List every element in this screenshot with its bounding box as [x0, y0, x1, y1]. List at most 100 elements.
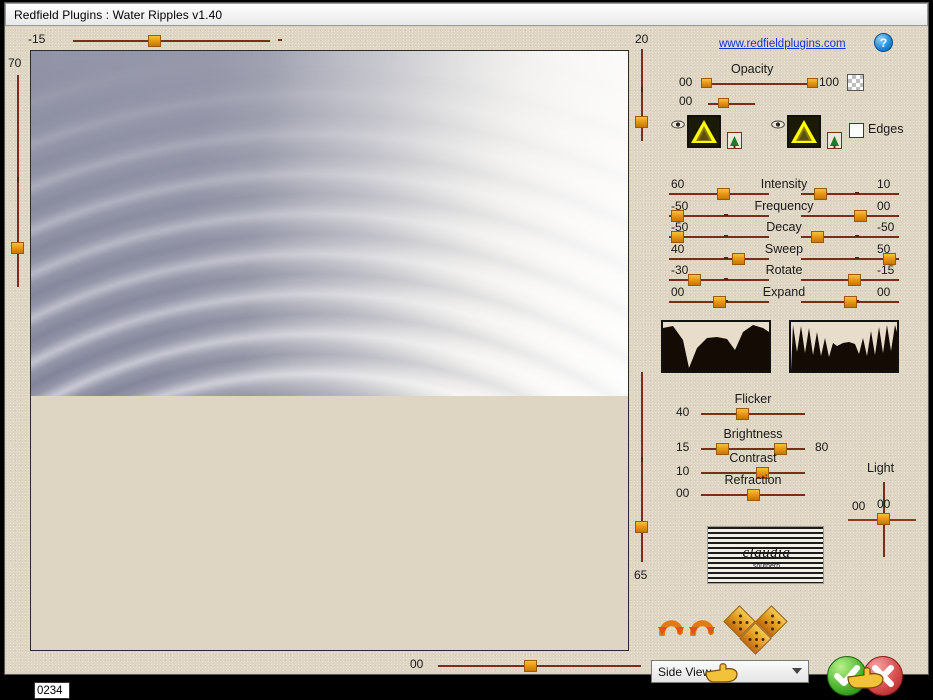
decay-right-tick: [855, 235, 859, 237]
intensity-right-tick: [855, 192, 859, 194]
redo-arrow-icon[interactable]: [688, 612, 716, 636]
light-xy-thumb[interactable]: [877, 513, 890, 525]
close-icon: [872, 665, 894, 687]
logo-word: claudia: [742, 545, 791, 561]
right-bottom-slider-track[interactable]: [641, 372, 643, 562]
light-y-value: 00: [877, 497, 891, 511]
right-bottom-slider-thumb[interactable]: [635, 521, 648, 533]
gradient-triangle-icon: [689, 117, 719, 146]
eye-icon-2[interactable]: [771, 120, 785, 129]
preview-canvas[interactable]: [30, 50, 629, 651]
contrast-value: 10: [676, 464, 690, 478]
top-slider-track[interactable]: [73, 40, 270, 42]
left-slider-thumb[interactable]: [11, 242, 24, 254]
preview-image[interactable]: [31, 51, 628, 396]
frequency-right-track[interactable]: [801, 214, 899, 217]
opacity-left-thumb[interactable]: [701, 78, 712, 88]
left-slider-value: 70: [8, 56, 22, 70]
pan-dots-bottom: [745, 628, 766, 649]
decay-left-tick: [724, 235, 728, 237]
frequency-left-tick: [724, 213, 728, 216]
expand-right-value: 00: [877, 284, 891, 299]
status-field[interactable]: 0234: [34, 682, 70, 699]
claudia-logo: claudia southern: [707, 526, 824, 584]
frequency-right-value: 00: [877, 198, 891, 213]
preview-highlight: [31, 51, 628, 396]
tree-icon-2: [830, 136, 839, 148]
decay-label: Decay: [766, 220, 802, 234]
gradient-swatch-right[interactable]: [787, 115, 821, 148]
preview-empty-area: [31, 396, 628, 650]
checkerboard-toggle-button[interactable]: [847, 74, 864, 91]
opacity-right-value: 100: [819, 75, 840, 89]
tree-icon: [730, 136, 739, 148]
opacity-right-thumb[interactable]: [807, 78, 818, 88]
bottom-slider-thumb[interactable]: [524, 660, 537, 672]
refraction-thumb[interactable]: [747, 489, 760, 501]
waveform-smooth-graph: [663, 322, 769, 371]
expand-right-thumb[interactable]: [844, 295, 857, 308]
logo-subtext: southern: [752, 563, 781, 570]
sweep-left-tick: [724, 256, 728, 259]
top-slider-value: -15: [28, 32, 46, 46]
tree-button-right[interactable]: [827, 132, 842, 149]
decay-left-track[interactable]: [669, 236, 769, 238]
right-top-slider-thumb[interactable]: [635, 116, 648, 128]
undo-arrow-icon[interactable]: [657, 612, 685, 636]
waveform-preview-spiky[interactable]: [789, 320, 899, 373]
bottom-slider-value: 00: [410, 657, 424, 671]
opacity-second-value: 00: [679, 94, 693, 108]
help-icon[interactable]: ?: [874, 33, 893, 52]
main-panel: -15 70 20 65 00 0234 www.redfieldplugins…: [6, 27, 927, 699]
gradient-swatch-left[interactable]: [687, 115, 721, 148]
refraction-value: 00: [676, 486, 690, 500]
status-value: 0234: [37, 684, 63, 697]
sweep-left-track[interactable]: [669, 257, 769, 260]
help-glyph: ?: [879, 35, 888, 50]
sweep-right-tick: [855, 256, 859, 259]
pan-diamond-bottom[interactable]: [739, 622, 772, 655]
opacity-track[interactable]: [705, 83, 813, 85]
light-label: Light: [867, 461, 895, 475]
brightness-right-value: 80: [815, 440, 829, 454]
chevron-down-icon: [792, 668, 802, 674]
flicker-track[interactable]: [701, 413, 805, 415]
gradient-triangle-icon-2: [789, 117, 819, 146]
rotate-label: Rotate: [765, 263, 803, 277]
opacity-second-track[interactable]: [708, 103, 755, 105]
intensity-label: Intensity: [760, 177, 808, 191]
expand-left-thumb[interactable]: [713, 295, 726, 308]
website-link[interactable]: www.redfieldplugins.com: [719, 38, 846, 50]
flicker-label: Flicker: [734, 392, 772, 406]
bottom-slider-track[interactable]: [438, 665, 641, 667]
brightness-value: 15: [676, 440, 690, 454]
expand-label: Expand: [762, 284, 806, 299]
opacity-label: Opacity: [731, 62, 774, 76]
top-slider-thumb[interactable]: [148, 35, 161, 47]
check-icon: [834, 665, 860, 686]
pan-dots-svg-3: [748, 631, 765, 648]
ok-button[interactable]: [827, 656, 867, 696]
view-mode-value: Side View: [658, 664, 712, 679]
opacity-left-value: 00: [679, 75, 693, 89]
tree-button-left[interactable]: [727, 132, 742, 149]
edges-checkbox[interactable]: [849, 123, 864, 138]
flicker-thumb[interactable]: [736, 408, 749, 420]
cancel-button[interactable]: [863, 656, 903, 696]
waveform-spiky-graph: [791, 322, 897, 371]
right-bottom-slider-tick: [641, 457, 643, 462]
brightness-label: Brightness: [723, 427, 783, 441]
edges-label: Edges: [868, 122, 904, 136]
title-bar: Redfield Plugins : Water Ripples v1.40: [5, 3, 928, 26]
refraction-label: Refraction: [724, 473, 782, 487]
decay-right-value: -50: [877, 220, 895, 234]
waveform-preview-smooth[interactable]: [661, 320, 771, 373]
rotate-right-value: -15: [877, 263, 895, 277]
light-x-value: 00: [852, 499, 866, 513]
frequency-left-track[interactable]: [669, 214, 769, 217]
eye-icon[interactable]: [671, 120, 685, 129]
opacity-second-thumb[interactable]: [718, 98, 729, 108]
plugin-window: Redfield Plugins : Water Ripples v1.40 -…: [0, 0, 933, 699]
top-slider-tick: [278, 39, 282, 41]
rotate-left-track[interactable]: [669, 279, 769, 281]
